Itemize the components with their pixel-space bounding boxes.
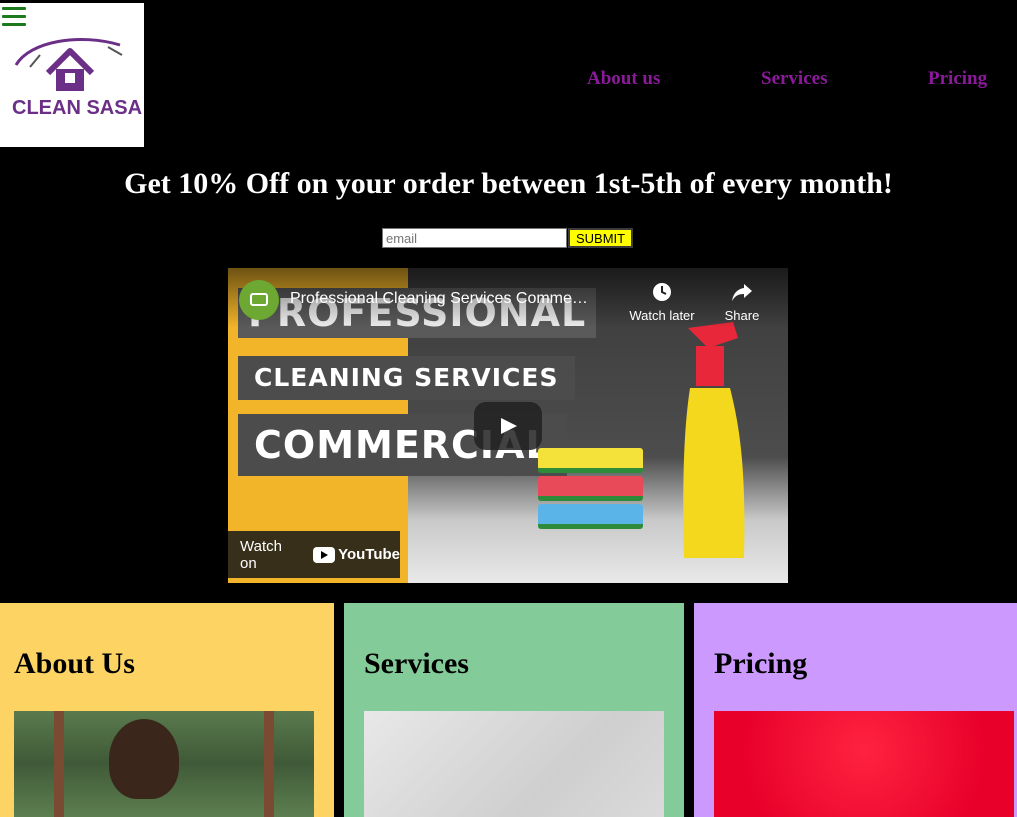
nav-about-us[interactable]: About us bbox=[587, 68, 660, 90]
sponges-image bbox=[538, 448, 643, 532]
card-about-us: About Us bbox=[0, 603, 334, 817]
camera-icon[interactable] bbox=[239, 280, 279, 320]
share-button[interactable]: Share bbox=[707, 282, 777, 323]
share-arrow-icon bbox=[732, 284, 752, 301]
services-image bbox=[364, 711, 664, 817]
clock-icon bbox=[653, 283, 671, 301]
card-services: Services bbox=[344, 603, 684, 817]
video-title[interactable]: Professional Cleaning Services Comme… bbox=[290, 290, 620, 308]
about-us-image bbox=[14, 711, 314, 817]
nav-services[interactable]: Services bbox=[761, 68, 827, 90]
video-embed[interactable]: PROFESSIONAL CLEANING SERVICES COMMERCIA… bbox=[228, 268, 788, 583]
watch-later-button[interactable]: Watch later bbox=[627, 282, 697, 323]
share-label: Share bbox=[724, 308, 760, 323]
spray-bottle-image bbox=[683, 322, 745, 558]
pricing-image bbox=[714, 711, 1014, 817]
card-title-pricing: Pricing bbox=[714, 647, 808, 680]
card-pricing: Pricing bbox=[694, 603, 1017, 817]
youtube-play-icon bbox=[313, 546, 336, 563]
nav-pricing[interactable]: Pricing bbox=[928, 68, 987, 90]
email-signup-form: SUBMIT bbox=[382, 228, 634, 248]
logo-text: CLEAN SASA bbox=[12, 97, 143, 119]
email-field[interactable] bbox=[382, 228, 567, 248]
watch-on-label: Watch on bbox=[240, 537, 282, 572]
youtube-logo: YouTube bbox=[313, 546, 400, 563]
card-title-about-us: About Us bbox=[14, 647, 135, 680]
submit-button[interactable]: SUBMIT bbox=[568, 228, 634, 248]
menu-icon[interactable] bbox=[2, 7, 26, 29]
thumb-word-cleaning: CLEANING SERVICES bbox=[238, 356, 575, 400]
play-button[interactable] bbox=[474, 402, 542, 450]
youtube-logo-text: YouTube bbox=[338, 546, 400, 563]
promo-headline: Get 10% Off on your order between 1st-5t… bbox=[124, 167, 893, 200]
card-title-services: Services bbox=[364, 647, 469, 680]
watch-later-label: Watch later bbox=[629, 308, 695, 323]
house-broom-icon bbox=[14, 38, 123, 91]
watch-on-youtube-button[interactable]: Watch on YouTube bbox=[228, 531, 400, 578]
